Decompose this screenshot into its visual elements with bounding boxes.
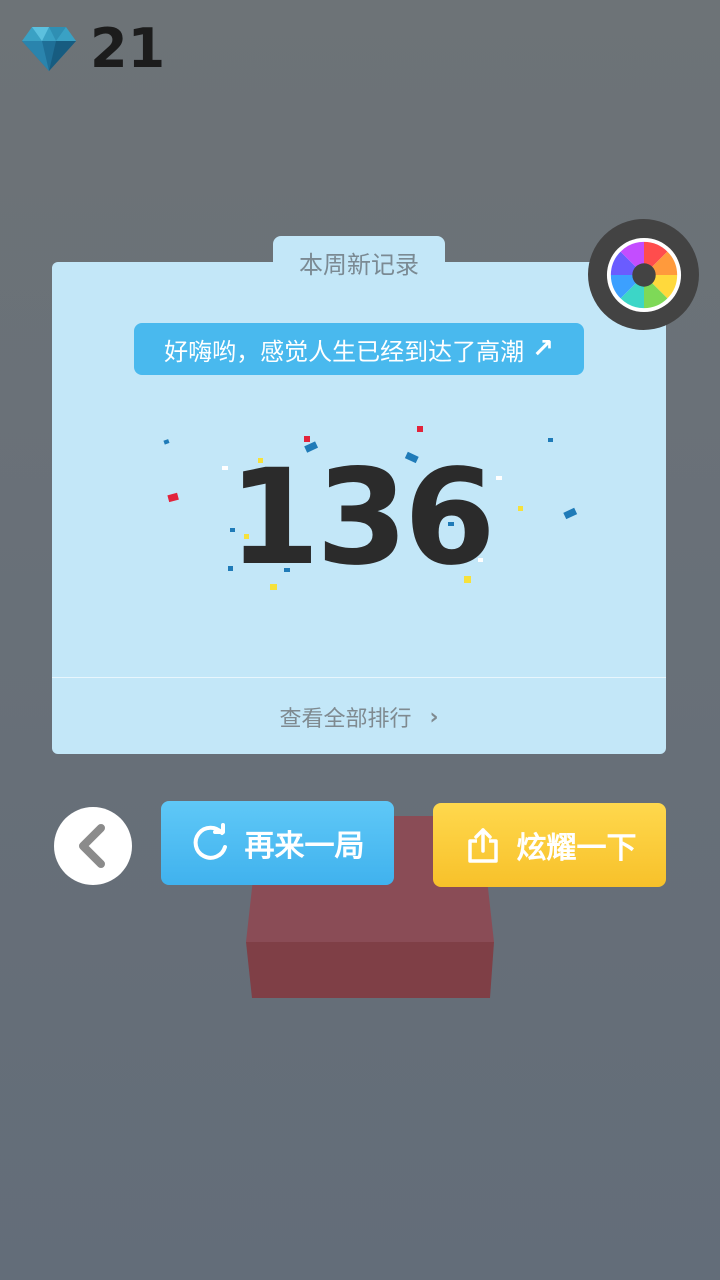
share-label: 炫耀一下 (516, 831, 637, 866)
refresh-icon (193, 823, 227, 860)
replay-button[interactable]: 再来一局 (161, 801, 394, 885)
gem-count: 21 (90, 17, 166, 80)
card-divider (52, 677, 666, 678)
share-button[interactable]: 炫耀一下 (433, 803, 666, 887)
chevron-left-icon (79, 824, 105, 868)
arrow-up-right-icon: ↗ (532, 334, 554, 364)
banner-text: 好嗨哟，感觉人生已经到达了高潮 (164, 337, 525, 366)
camera-button[interactable] (588, 219, 699, 330)
camera-shutter-icon (606, 237, 681, 312)
weekly-record-tab: 本周新记录 (273, 236, 445, 288)
back-button[interactable] (54, 807, 132, 885)
comment-banner[interactable]: 好嗨哟，感觉人生已经到达了高潮 ↗ (134, 323, 584, 375)
gem-counter: 21 (22, 22, 165, 76)
share-icon (467, 828, 498, 863)
score-value: 136 (228, 441, 496, 595)
view-all-ranking-link[interactable]: 查看全部排行 › (52, 690, 666, 744)
chevron-right-icon: › (429, 704, 439, 730)
diamond-icon (22, 27, 76, 71)
replay-label: 再来一局 (244, 829, 365, 864)
ranking-link-label: 查看全部排行 (279, 707, 412, 732)
